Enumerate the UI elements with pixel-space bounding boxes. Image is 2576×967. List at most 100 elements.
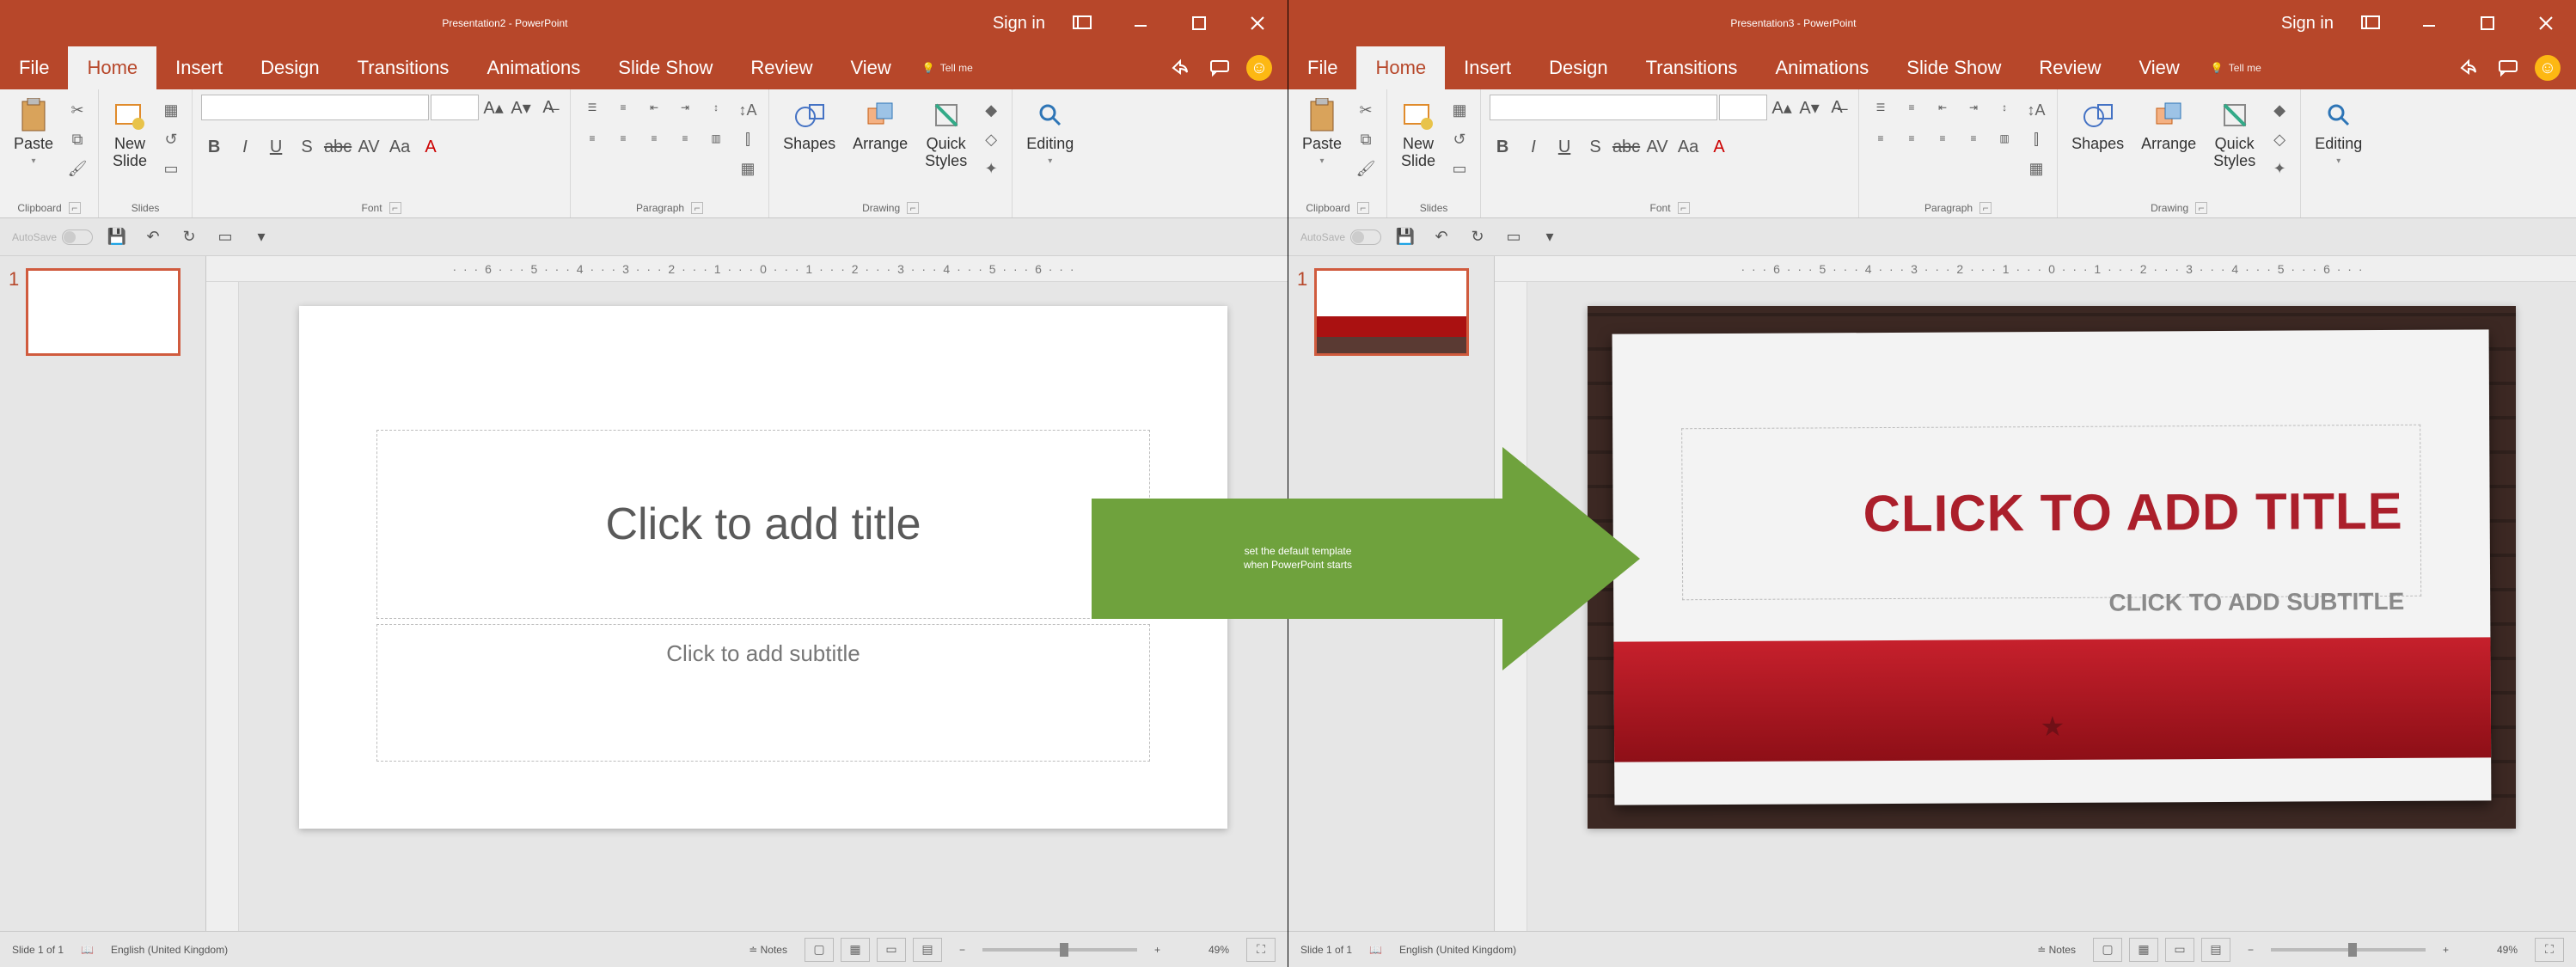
redo-icon[interactable]: ↻: [1465, 225, 1490, 249]
font-family-combo[interactable]: [201, 95, 429, 120]
clipboard-launcher[interactable]: ⌐: [69, 202, 81, 214]
slide-stage[interactable]: Click to add title Click to add subtitle: [239, 282, 1288, 931]
cut-icon[interactable]: ✂: [65, 98, 89, 122]
decrease-indent-icon[interactable]: ⇤: [1930, 95, 1955, 120]
format-painter-icon[interactable]: 🖌: [1354, 156, 1378, 181]
tab-home[interactable]: Home: [68, 46, 156, 89]
slide-thumbnail-1[interactable]: [1314, 268, 1469, 356]
layout-icon[interactable]: ▦: [1447, 98, 1472, 122]
zoom-readout[interactable]: 49%: [2466, 944, 2518, 956]
minimize-button[interactable]: [2408, 0, 2451, 46]
start-from-beginning-icon[interactable]: ▭: [213, 225, 237, 249]
shape-fill-icon[interactable]: ◆: [2267, 98, 2291, 122]
text-direction-icon[interactable]: ↕A: [2024, 98, 2048, 122]
align-left-icon[interactable]: ≡: [579, 125, 605, 151]
zoom-readout[interactable]: 49%: [1178, 944, 1229, 956]
slide-canvas[interactable]: Click to add title Click to add subtitle: [299, 306, 1227, 829]
paste-button[interactable]: Paste ▾: [9, 95, 58, 169]
paragraph-launcher[interactable]: ⌐: [1979, 202, 1992, 214]
tab-review[interactable]: Review: [731, 46, 831, 89]
change-case-icon[interactable]: Aa: [387, 134, 413, 160]
share-icon[interactable]: [2456, 55, 2481, 81]
redo-icon[interactable]: ↻: [177, 225, 201, 249]
tab-transitions[interactable]: Transitions: [1627, 46, 1757, 89]
sorter-view-icon[interactable]: ▦: [2129, 938, 2158, 962]
comments-icon[interactable]: [1207, 55, 1233, 81]
slide-stage[interactable]: CLICK TO ADD TITLE CLICK TO ADD SUBTITLE: [1527, 282, 2576, 931]
fit-to-window-icon[interactable]: ⛶: [2535, 938, 2564, 962]
align-center-icon[interactable]: ≡: [1899, 125, 1924, 151]
text-direction-icon[interactable]: ↕A: [736, 98, 760, 122]
font-size-combo[interactable]: [1719, 95, 1767, 120]
slideshow-view-icon[interactable]: ▤: [2201, 938, 2230, 962]
strike-button[interactable]: abc: [1613, 134, 1639, 160]
shape-outline-icon[interactable]: ◇: [979, 127, 1003, 151]
align-left-icon[interactable]: ≡: [1868, 125, 1894, 151]
signin-link[interactable]: Sign in: [993, 14, 1045, 34]
bullets-icon[interactable]: ☰: [1868, 95, 1894, 120]
align-center-icon[interactable]: ≡: [610, 125, 636, 151]
autosave-toggle[interactable]: AutoSave: [12, 230, 93, 245]
shadow-button[interactable]: S: [294, 134, 320, 160]
zoom-out-button[interactable]: −: [959, 944, 965, 956]
spellcheck-icon[interactable]: 📖: [81, 944, 94, 956]
zoom-in-button[interactable]: +: [1154, 944, 1160, 956]
copy-icon[interactable]: ⧉: [65, 127, 89, 151]
tab-file[interactable]: File: [0, 46, 68, 89]
cut-icon[interactable]: ✂: [1354, 98, 1378, 122]
reading-view-icon[interactable]: ▭: [2165, 938, 2194, 962]
tab-file[interactable]: File: [1288, 46, 1356, 89]
tab-design[interactable]: Design: [1530, 46, 1626, 89]
shapes-button[interactable]: Shapes: [778, 95, 841, 156]
justify-icon[interactable]: ≡: [672, 125, 698, 151]
slide-thumbnail-panel[interactable]: 1: [0, 256, 206, 931]
close-button[interactable]: [1236, 0, 1279, 46]
decrease-font-icon[interactable]: A▾: [508, 95, 534, 120]
normal-view-icon[interactable]: ▢: [2093, 938, 2122, 962]
close-button[interactable]: [2524, 0, 2567, 46]
quick-styles-button[interactable]: Quick Styles: [920, 95, 972, 174]
tab-insert[interactable]: Insert: [1445, 46, 1530, 89]
slide-canvas[interactable]: CLICK TO ADD TITLE CLICK TO ADD SUBTITLE: [1588, 306, 2516, 829]
slideshow-view-icon[interactable]: ▤: [913, 938, 942, 962]
italic-button[interactable]: I: [1521, 134, 1546, 160]
reset-icon[interactable]: ↺: [1447, 127, 1472, 151]
zoom-out-button[interactable]: −: [2248, 944, 2254, 956]
language-indicator[interactable]: English (United Kingdom): [1399, 944, 1516, 956]
paragraph-launcher[interactable]: ⌐: [691, 202, 703, 214]
maximize-button[interactable]: [2466, 0, 2509, 46]
vertical-ruler[interactable]: [1495, 282, 1527, 931]
arrange-button[interactable]: Arrange: [2136, 95, 2201, 156]
tab-animations[interactable]: Animations: [1756, 46, 1888, 89]
drawing-launcher[interactable]: ⌐: [907, 202, 919, 214]
reset-icon[interactable]: ↺: [159, 127, 183, 151]
share-icon[interactable]: [1167, 55, 1193, 81]
columns-icon[interactable]: ▥: [703, 125, 729, 151]
smartart-icon[interactable]: ▦: [736, 156, 760, 181]
display-options-icon[interactable]: [1061, 0, 1104, 46]
char-spacing-icon[interactable]: AV: [1644, 134, 1670, 160]
slide-thumbnail-1[interactable]: [26, 268, 181, 356]
horizontal-ruler[interactable]: · · · 6 · · · 5 · · · 4 · · · 3 · · · 2 …: [206, 256, 1288, 282]
undo-icon[interactable]: ↶: [141, 225, 165, 249]
vertical-ruler[interactable]: [206, 282, 239, 931]
numbering-icon[interactable]: ≡: [1899, 95, 1924, 120]
signin-link[interactable]: Sign in: [2281, 14, 2334, 34]
display-options-icon[interactable]: [2349, 0, 2392, 46]
title-placeholder[interactable]: Click to add title: [376, 430, 1150, 619]
new-slide-button[interactable]: New Slide: [1396, 95, 1441, 174]
minimize-button[interactable]: [1119, 0, 1162, 46]
align-right-icon[interactable]: ≡: [1930, 125, 1955, 151]
format-painter-icon[interactable]: 🖌: [65, 156, 89, 181]
decrease-indent-icon[interactable]: ⇤: [641, 95, 667, 120]
bold-button[interactable]: B: [201, 134, 227, 160]
bold-button[interactable]: B: [1490, 134, 1515, 160]
spellcheck-icon[interactable]: 📖: [1369, 944, 1382, 956]
notes-button[interactable]: ≐ Notes: [749, 944, 787, 956]
tab-design[interactable]: Design: [242, 46, 338, 89]
shape-effects-icon[interactable]: ✦: [2267, 156, 2291, 181]
arrange-button[interactable]: Arrange: [847, 95, 913, 156]
shape-effects-icon[interactable]: ✦: [979, 156, 1003, 181]
normal-view-icon[interactable]: ▢: [805, 938, 834, 962]
numbering-icon[interactable]: ≡: [610, 95, 636, 120]
